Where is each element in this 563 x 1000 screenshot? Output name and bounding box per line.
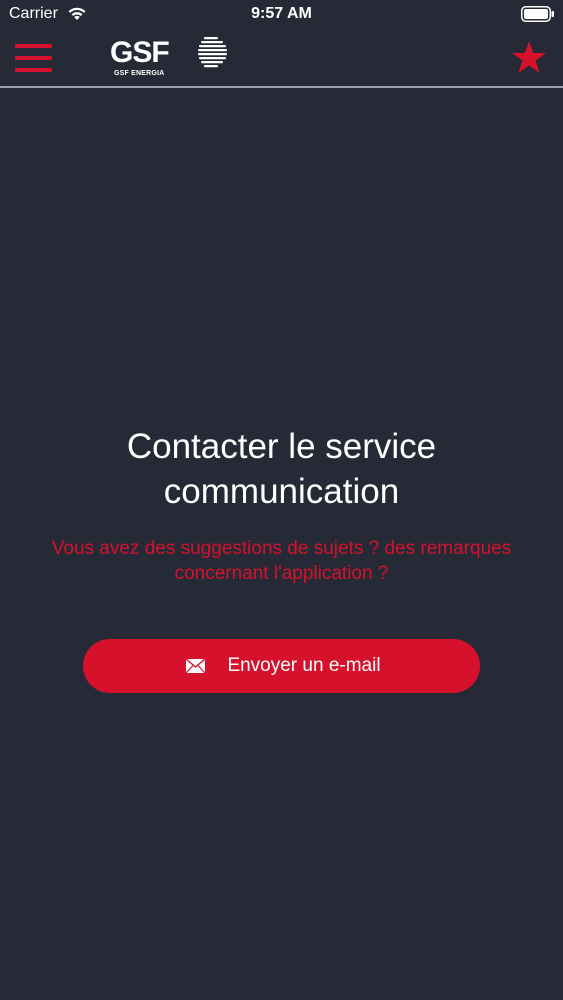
logo-text: GSF <box>110 36 170 69</box>
nav-bar: GSF GSF ENERGIA <box>0 30 563 88</box>
status-bar: Carrier 9:57 AM <box>0 0 563 30</box>
send-email-button[interactable]: Envoyer un e-mail <box>83 639 480 693</box>
star-icon[interactable] <box>511 40 547 76</box>
gsf-logo: GSF GSF ENERGIA <box>110 36 230 80</box>
globe-icon <box>198 37 227 68</box>
send-email-label: Envoyer un e-mail <box>227 655 381 676</box>
menu-icon[interactable] <box>15 44 52 72</box>
logo-subtext: GSF ENERGIA <box>114 70 165 77</box>
mail-icon <box>186 659 206 673</box>
battery-icon <box>521 6 554 22</box>
page-subtitle: Vous avez des suggestions de sujets ? de… <box>51 538 512 584</box>
page-title: Contacter le service communication <box>126 427 437 511</box>
status-time: 9:57 AM <box>251 5 312 22</box>
